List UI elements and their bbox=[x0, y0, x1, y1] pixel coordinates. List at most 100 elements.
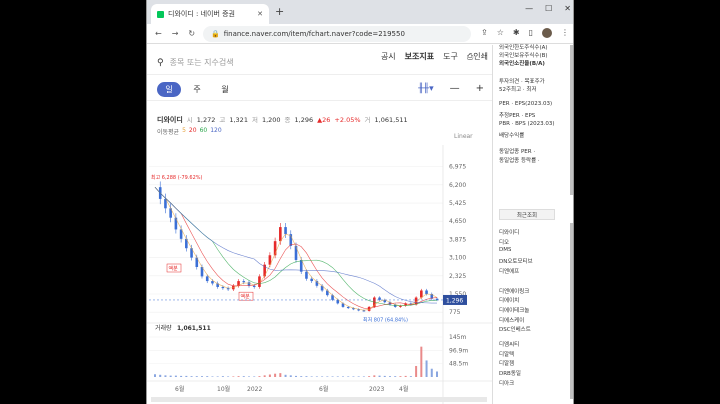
candle-body bbox=[284, 227, 287, 235]
window-controls: — ☐ ✕ bbox=[525, 4, 571, 13]
candle-body bbox=[205, 276, 209, 282]
volume-bar bbox=[305, 376, 308, 377]
recent-scrollbar[interactable] bbox=[570, 223, 573, 399]
recent-item[interactable]: 디알젬 bbox=[499, 359, 514, 367]
recent-item[interactable]: DMS bbox=[499, 247, 511, 253]
minimize-icon[interactable]: — bbox=[525, 4, 533, 13]
volume-bar bbox=[154, 374, 156, 377]
candle-body bbox=[294, 245, 298, 260]
volume-bar bbox=[237, 376, 240, 377]
recent-item[interactable]: 디엠씨티 bbox=[499, 340, 519, 348]
recent-header[interactable]: 최근조회 bbox=[499, 209, 555, 220]
forward-icon[interactable]: → bbox=[172, 29, 179, 38]
volume-tick-label: 48.5m bbox=[449, 361, 468, 368]
volume-bar bbox=[352, 376, 355, 377]
recent-item[interactable]: DRB동일 bbox=[499, 369, 521, 377]
extensions-icon[interactable]: ✱ bbox=[513, 28, 520, 38]
volume-bar bbox=[378, 375, 381, 377]
volume-bar bbox=[347, 376, 350, 377]
opinion-label: 52주최고 · 최저 bbox=[499, 87, 537, 93]
low-label: 저 bbox=[251, 116, 258, 124]
tab-close-icon[interactable]: ✕ bbox=[257, 10, 263, 18]
maximize-icon[interactable]: ☐ bbox=[545, 4, 552, 13]
new-tab-icon[interactable]: + bbox=[275, 5, 284, 18]
menu-icon[interactable]: ⋮ bbox=[561, 28, 569, 38]
volume-bar bbox=[232, 376, 235, 377]
menu-tools[interactable]: 도구 bbox=[443, 51, 458, 62]
zoom-in-icon[interactable]: + bbox=[476, 83, 484, 94]
recent-item[interactable]: 디아크 bbox=[499, 379, 514, 387]
open-value: 1,272 bbox=[196, 116, 216, 124]
info-sidebar: 최근조회 외국인한도주식수(A) 외국인보유주식수(B) 외국인소진율(B/A) 투자… bbox=[492, 45, 573, 404]
volume-title: 거래량 bbox=[155, 324, 172, 332]
share-icon[interactable]: ⇪ bbox=[481, 28, 488, 38]
volume-bar bbox=[289, 375, 292, 377]
tab-strip: 디와이디 : 네이버 증권 ✕ + — ☐ ✕ bbox=[147, 0, 573, 24]
volume-bar bbox=[195, 376, 198, 377]
volume-bar bbox=[336, 376, 339, 377]
recent-item[interactable]: 디에이테크놀 bbox=[499, 306, 529, 314]
volume-bar bbox=[295, 375, 297, 377]
menu-disclosure[interactable]: 공시 bbox=[381, 51, 396, 62]
recent-item[interactable]: 디엔에프 bbox=[499, 267, 519, 275]
search-input[interactable]: 종목 또는 지수검색 bbox=[170, 57, 234, 68]
volume-bar bbox=[185, 375, 188, 377]
y-tick-label: 6,200 bbox=[449, 182, 466, 189]
volume-bar bbox=[248, 376, 250, 377]
industry-label: 동일업종 PER · bbox=[499, 149, 536, 155]
y-tick-label: 3,875 bbox=[449, 236, 466, 243]
side-panel-icon[interactable]: ▯ bbox=[529, 28, 533, 38]
candle-body bbox=[425, 290, 428, 294]
candle-body bbox=[174, 217, 178, 230]
back-icon[interactable]: ← bbox=[155, 29, 162, 38]
ma-label: 이동평균 bbox=[157, 129, 180, 136]
scale-mode[interactable]: Linear bbox=[454, 133, 473, 140]
candle-body bbox=[420, 290, 423, 298]
volume-bar bbox=[425, 360, 428, 377]
tab-title: 디와이디 : 네이버 증권 bbox=[168, 10, 235, 18]
recent-item[interactable]: 디엔에이링크 bbox=[499, 287, 529, 295]
window-close-icon[interactable]: ✕ bbox=[564, 4, 571, 13]
volume-bar bbox=[383, 375, 386, 377]
close-value: 1,296 bbox=[294, 116, 314, 124]
reload-icon[interactable]: ↻ bbox=[188, 29, 195, 38]
recent-item[interactable]: 디알텍 bbox=[499, 350, 514, 358]
recent-item[interactable]: 디에스케이 bbox=[499, 316, 524, 324]
per-label: 배당수익률 bbox=[499, 133, 525, 139]
opinion-label: 투자의견 · 목표주가 bbox=[499, 79, 545, 85]
price-chart[interactable]: 6,9756,2005,4254,6503,8753,1002,3251,550… bbox=[147, 145, 492, 404]
volume-value: 1,061,511 bbox=[374, 116, 408, 124]
recent-item[interactable]: 디에이치 bbox=[499, 296, 519, 304]
search-icon[interactable]: ⚲ bbox=[157, 58, 164, 68]
current-price-label: 1,296 bbox=[446, 297, 463, 304]
recent-item[interactable]: DN오토모티브 bbox=[499, 257, 533, 265]
volume-bar bbox=[216, 376, 219, 377]
avatar[interactable] bbox=[542, 28, 552, 38]
menu-indicators[interactable]: 보조지표 bbox=[405, 51, 434, 62]
url-field[interactable]: 🔒 finance.naver.com/item/fchart.naver?co… bbox=[203, 26, 471, 42]
browser-tab[interactable]: 디와이디 : 네이버 증권 ✕ bbox=[151, 4, 269, 24]
recent-item[interactable]: 디오 bbox=[499, 238, 509, 246]
candle-body bbox=[211, 281, 214, 284]
zoom-out-icon[interactable]: — bbox=[450, 83, 460, 94]
volume-bar bbox=[342, 376, 344, 377]
candle-body bbox=[378, 297, 381, 300]
change-value: ▲26 bbox=[317, 116, 331, 124]
y-tick-label: 4,650 bbox=[449, 218, 466, 225]
candlestick-type-icon[interactable]: ╫╫▾ bbox=[418, 84, 433, 94]
bookmark-icon[interactable]: ☆ bbox=[497, 28, 504, 38]
volume-bar bbox=[279, 373, 282, 377]
sidebar-scrollbar[interactable] bbox=[570, 45, 573, 195]
period-day[interactable]: 일 bbox=[157, 82, 181, 97]
horizontal-scrollbar bbox=[151, 397, 487, 402]
volume-total: 1,061,511 bbox=[177, 325, 211, 332]
foreign-label: 외국인한도주식수(A) bbox=[499, 45, 548, 51]
recent-item[interactable]: 디와이디 bbox=[499, 228, 519, 236]
candle-body bbox=[346, 306, 350, 309]
volume-bar bbox=[436, 371, 438, 377]
recent-item[interactable]: DSC인베스트 bbox=[499, 325, 531, 333]
period-month[interactable]: 월 bbox=[213, 82, 237, 97]
menu-print[interactable]: ⎙인쇄 bbox=[467, 51, 488, 62]
period-week[interactable]: 주 bbox=[185, 82, 209, 97]
browser-window: 디와이디 : 네이버 증권 ✕ + — ☐ ✕ ← → ↻ 🔒 finance.… bbox=[146, 0, 574, 404]
